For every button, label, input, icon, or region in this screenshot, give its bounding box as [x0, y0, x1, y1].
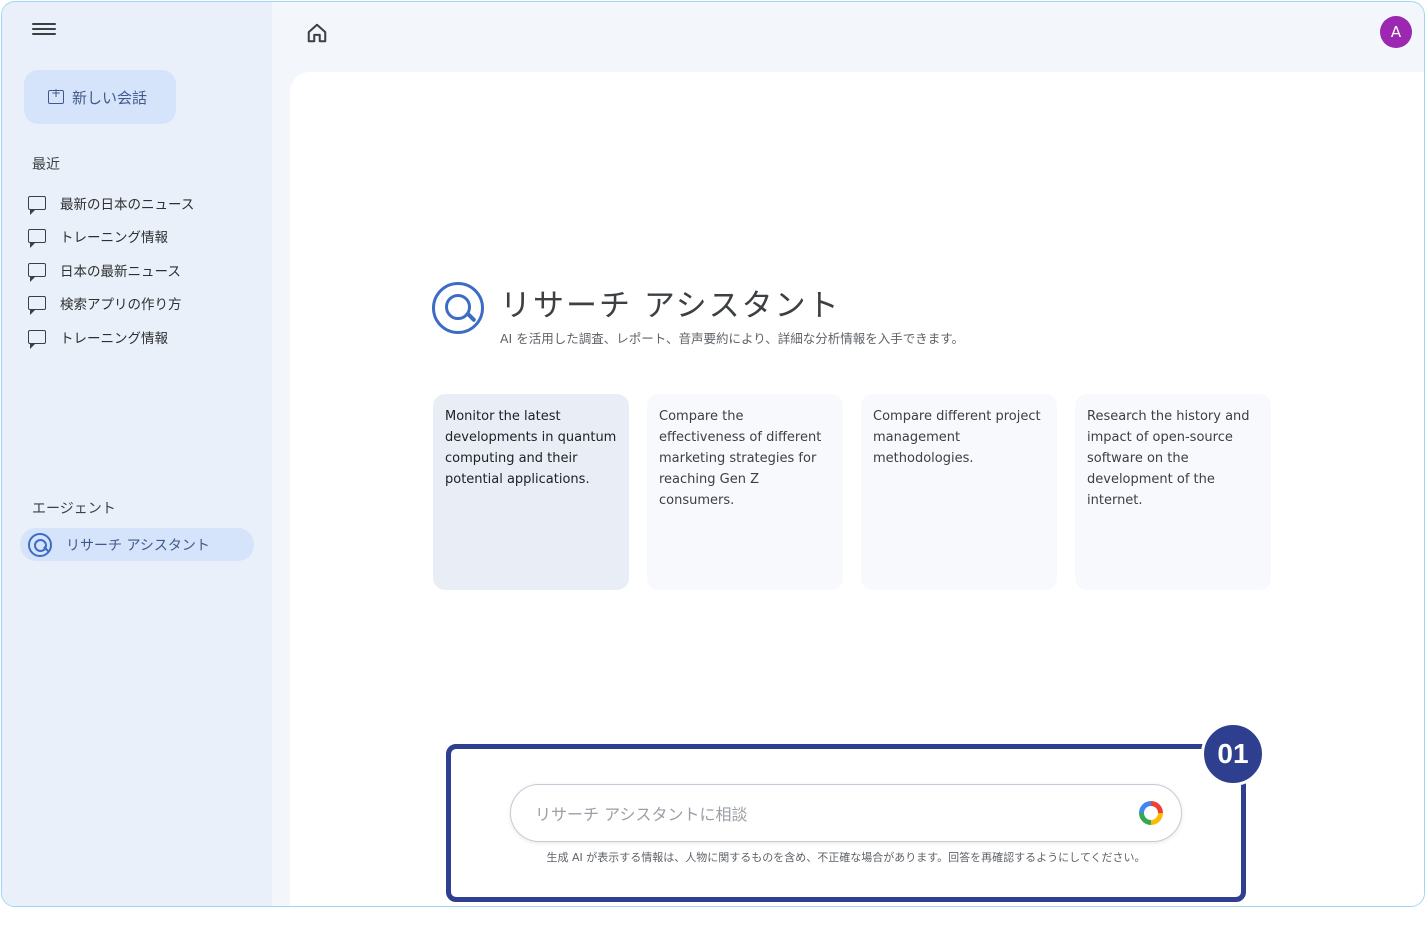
suggestion-cards: Monitor the latest developments in quant… [433, 394, 1273, 590]
prompt-input[interactable] [535, 797, 1115, 831]
suggestion-card-4[interactable]: Research the history and impact of open-… [1075, 394, 1271, 590]
research-agent-icon [28, 532, 52, 557]
chat-icon [28, 296, 46, 316]
recent-item-2[interactable]: トレーニング情報 [28, 220, 258, 254]
home-icon[interactable] [306, 22, 328, 44]
suggestion-card-1[interactable]: Monitor the latest developments in quant… [433, 394, 629, 590]
recent-item-3[interactable]: 日本の最新ニュース [28, 253, 258, 287]
agent-item-label: リサーチ アシスタント [66, 537, 210, 554]
menu-icon[interactable] [32, 20, 56, 40]
recent-item-5[interactable]: トレーニング情報 [28, 320, 258, 354]
page-subtitle: AI を活用した調査、レポート、音声要約により、詳細な分析情報を入手できます。 [500, 331, 964, 346]
agent-hero: リサーチ アシスタント AI を活用した調査、レポート、音声要約により、詳細な分… [432, 280, 1072, 346]
suggestion-card-3[interactable]: Compare different project management met… [861, 394, 1057, 590]
sidebar: 新しい会話 最近 最新の日本のニュース トレーニング情報 日本の最新ニュース 検… [2, 2, 272, 906]
recent-item-label: トレーニング情報 [60, 230, 168, 247]
recent-list: 最新の日本のニュース トレーニング情報 日本の最新ニュース 検索アプリの作り方 … [28, 186, 258, 354]
avatar[interactable]: A [1380, 16, 1412, 48]
step-badge: 01 [1201, 722, 1265, 786]
new-chat-button[interactable]: 新しい会話 [24, 70, 176, 124]
recent-item-label: 日本の最新ニュース [60, 263, 181, 280]
recent-section-label: 最近 [32, 157, 60, 173]
disclaimer-text: 生成 AI が表示する情報は、人物に関するものを含め、不正確な場合があります。回… [546, 851, 1146, 864]
chat-icon [28, 329, 46, 349]
google-icon [1139, 801, 1163, 825]
recent-item-4[interactable]: 検索アプリの作り方 [28, 287, 258, 321]
agent-research-assistant[interactable]: リサーチ アシスタント [20, 528, 254, 561]
recent-item-label: 最新の日本のニュース [60, 196, 195, 213]
agents-section-label: エージェント [32, 501, 116, 517]
new-chat-label: 新しい会話 [72, 88, 148, 107]
chat-icon [28, 229, 46, 249]
new-chat-icon [48, 86, 64, 104]
recent-item-1[interactable]: 最新の日本のニュース [28, 186, 258, 220]
page-title: リサーチ アシスタント [500, 288, 841, 324]
suggestion-card-2[interactable]: Compare the effectiveness of different m… [647, 394, 843, 590]
chat-icon [28, 195, 46, 215]
chat-icon [28, 262, 46, 282]
recent-item-label: トレーニング情報 [60, 330, 168, 347]
research-assistant-icon [432, 282, 484, 334]
recent-item-label: 検索アプリの作り方 [60, 297, 182, 314]
prompt-box [510, 784, 1182, 842]
